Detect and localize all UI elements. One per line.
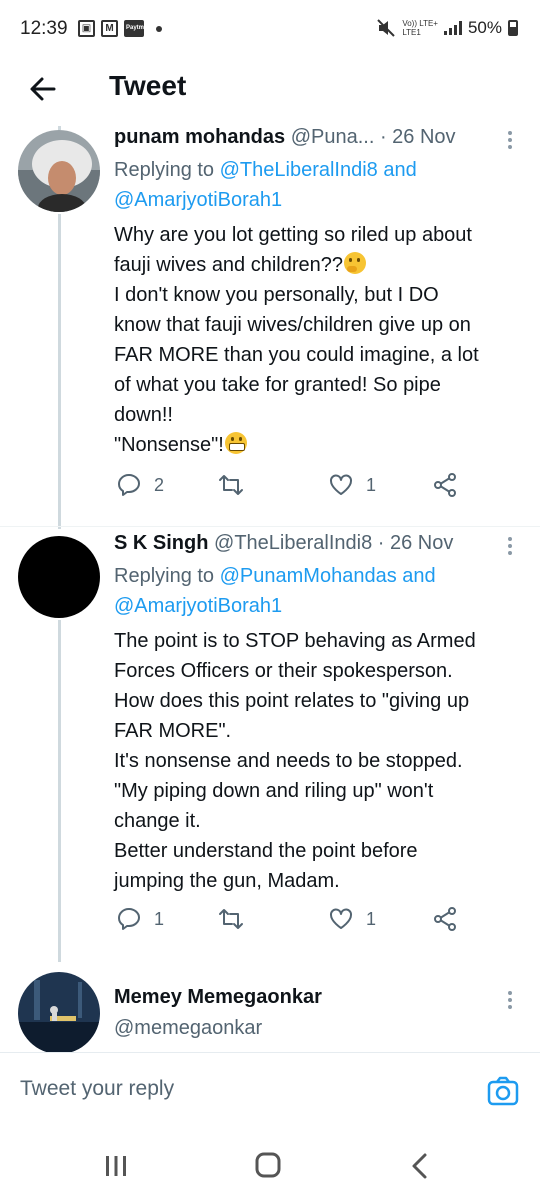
system-nav-bar [0,1130,540,1199]
mention-link[interactable]: @AmarjyotiBorah1 [114,595,282,617]
gallery-icon: ▣ [78,20,95,37]
home-icon[interactable] [248,1150,288,1182]
author-name[interactable]: Memey Memegaonkar [114,986,322,1008]
retweet-icon [219,475,243,495]
reply-icon [118,474,140,496]
more-options-icon[interactable] [500,534,520,560]
mute-icon [377,19,396,37]
notification-icons: ▣ M Paytm [78,20,162,37]
status-right: Vo)) LTE+ LTE1 50% [376,18,518,38]
reply-button[interactable]: 2 [116,472,164,498]
like-button[interactable]: 1 [328,472,376,498]
like-button[interactable]: 1 [328,906,376,932]
mention-link[interactable]: @AmarjyotiBorah1 [114,189,282,211]
avatar[interactable] [18,130,100,212]
tweet-header: punam mohandas @Puna... · 26 Nov [114,126,520,156]
reply-button[interactable]: 1 [116,906,164,932]
grimacing-face-emoji [224,432,247,454]
status-time: 12:39 [20,18,68,39]
tweet-actions: 2 1 [114,472,514,506]
like-count: 1 [366,908,377,929]
author-handle[interactable]: @TheLiberalIndi8 [214,532,372,554]
mention-link[interactable]: @TheLiberalIndi8 [220,159,378,181]
mention-link[interactable]: @PunamMohandas [220,565,397,587]
more-options-icon[interactable] [500,128,520,154]
divider [0,526,540,527]
heart-icon [330,908,352,929]
tweet[interactable]: Memey Memegaonkar @memegaonkar [0,968,540,1054]
thinking-face-emoji [344,252,367,274]
replying-to: Replying to @PunamMohandas and @Amarjyot… [114,565,436,617]
app-header: Tweet [0,60,540,126]
tweet-actions: 1 1 [114,906,514,940]
avatar[interactable] [18,972,100,1054]
more-options-icon[interactable] [500,988,520,1014]
tweet-header: S K Singh @TheLiberalIndi8 · 26 Nov [114,532,520,562]
reply-composer[interactable]: Tweet your reply [0,1052,540,1130]
battery-icon [508,20,518,36]
share-icon [434,473,456,497]
tweet-header: Memey Memegaonkar [114,986,520,1016]
avatar[interactable] [18,536,100,618]
paytm-icon: Paytm [124,20,144,37]
reply-icon [118,908,140,930]
battery-percent: 50% [467,18,502,37]
retweet-button[interactable] [218,906,244,932]
retweet-button[interactable] [218,472,244,498]
tweet-date: · 26 Nov [377,532,454,554]
back-icon[interactable] [400,1150,440,1182]
recent-apps-icon[interactable] [96,1150,136,1182]
reply-count: 1 [154,908,165,929]
heart-icon [330,474,352,495]
and-text: and [402,565,436,587]
retweet-icon [219,909,243,929]
author-handle[interactable]: @memegaonkar [114,1013,262,1043]
author-name[interactable]: S K Singh [114,532,208,554]
like-count: 1 [366,474,377,495]
author-name[interactable]: punam mohandas [114,126,285,148]
volte-indicator: Vo)) LTE+ LTE1 [402,19,438,37]
reply-input[interactable]: Tweet your reply [20,1077,174,1101]
tweet-text: Why are you lot getting so riled up abou… [114,224,479,456]
share-button[interactable] [432,472,458,498]
tweet-text: The point is to STOP behaving as Armed F… [114,630,476,892]
author-handle[interactable]: @Puna... [291,126,375,148]
signal-icon [443,21,462,35]
page-title: Tweet [109,70,187,101]
more-notifications-icon [156,25,162,32]
tweet-date: · 26 Nov [379,126,456,148]
tweet[interactable]: S K Singh @TheLiberalIndi8 · 26 Nov Repl… [0,532,540,952]
camera-icon[interactable] [486,1074,520,1108]
share-button[interactable] [432,906,458,932]
tweet[interactable]: punam mohandas @Puna... · 26 Nov Replyin… [0,126,540,526]
reply-count: 2 [154,474,165,495]
back-arrow-icon[interactable] [26,72,60,106]
share-icon [434,907,456,931]
status-bar: 12:39 ▣ M Paytm Vo)) LTE+ LTE1 50% [0,0,540,60]
gmail-icon: M [101,20,118,37]
replying-to: Replying to @TheLiberalIndi8 and @Amarjy… [114,159,417,211]
and-text: and [383,159,417,181]
